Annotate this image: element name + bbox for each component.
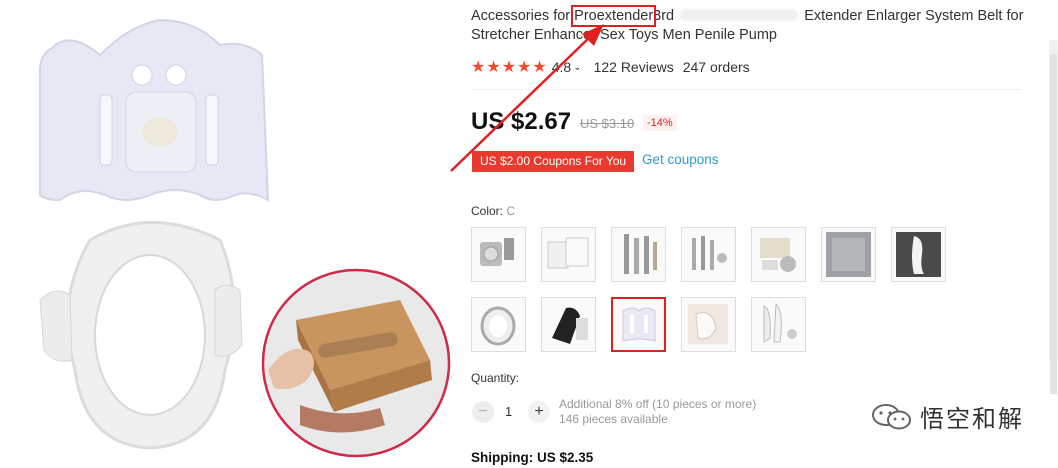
watermark-text: 悟空和解 [920,406,1024,433]
color-label-text: Color: [471,204,504,218]
quantity-value[interactable]: 1 [505,404,512,419]
blurred-text [680,9,799,21]
color-swatch-11[interactable] [681,297,736,352]
color-label: Color: C [471,204,515,218]
rating-row: ★★★★★ 4.8 ⌄ 122 Reviews 247 orders [471,57,750,77]
wechat-icon [872,403,911,429]
title-highlight: Proextender [571,5,657,27]
color-swatch-8[interactable] [471,297,526,352]
orders-count: 247 orders [682,59,750,75]
color-swatch-7[interactable] [891,227,946,282]
watermark: 悟空和解 [870,399,1024,434]
chevron-down-icon[interactable]: ⌄ [573,62,581,73]
coupon-badge[interactable]: US $2.00 Coupons For You [472,151,635,172]
get-coupons-link[interactable]: Get coupons [642,152,719,167]
stock-note: 146 pieces available [559,412,668,426]
color-swatch-1[interactable] [471,227,526,282]
title-mid: 3rd [653,8,675,24]
rating-score[interactable]: 4.8 [552,59,571,75]
color-swatch-12[interactable] [751,297,806,352]
scrollbar[interactable] [1049,40,1058,394]
quantity-plus-button[interactable]: + [528,401,550,423]
title-suffix: Extender Enlarger System Belt for [804,8,1024,24]
color-swatch-2[interactable] [541,227,596,282]
discount-badge: -14% [643,115,677,131]
color-swatch-9[interactable] [541,297,596,352]
title-line2: Stretcher Enhancer Sex Toys Men Penile P… [471,27,778,43]
current-price: US $2.67 [471,108,572,135]
title-prefix: Accessories for [471,8,571,24]
color-swatch-10-selected[interactable] [611,297,666,352]
color-value: C [506,204,516,218]
scrollbar-thumb[interactable] [1050,54,1057,394]
product-photo [39,18,451,458]
quantity-label: Quantity: [471,371,520,385]
quantity-note: Additional 8% off (10 pieces or more) 14… [559,397,756,427]
color-swatch-4[interactable] [681,227,736,282]
reviews-link[interactable]: 122 Reviews [594,59,674,75]
color-swatch-5[interactable] [751,227,806,282]
bulk-discount-note: Additional 8% off (10 pieces or more) [559,397,757,411]
quantity-minus-button[interactable]: − [472,401,494,423]
star-rating-icon: ★★★★★ [471,59,548,76]
product-title: Accessories for Proextender3rd Extender … [471,5,1031,45]
color-swatch-3[interactable] [611,227,666,282]
divider [471,89,1021,90]
color-swatch-6[interactable] [821,227,876,282]
original-price: US $3.10 [580,116,635,131]
product-image-gallery[interactable] [0,0,460,463]
